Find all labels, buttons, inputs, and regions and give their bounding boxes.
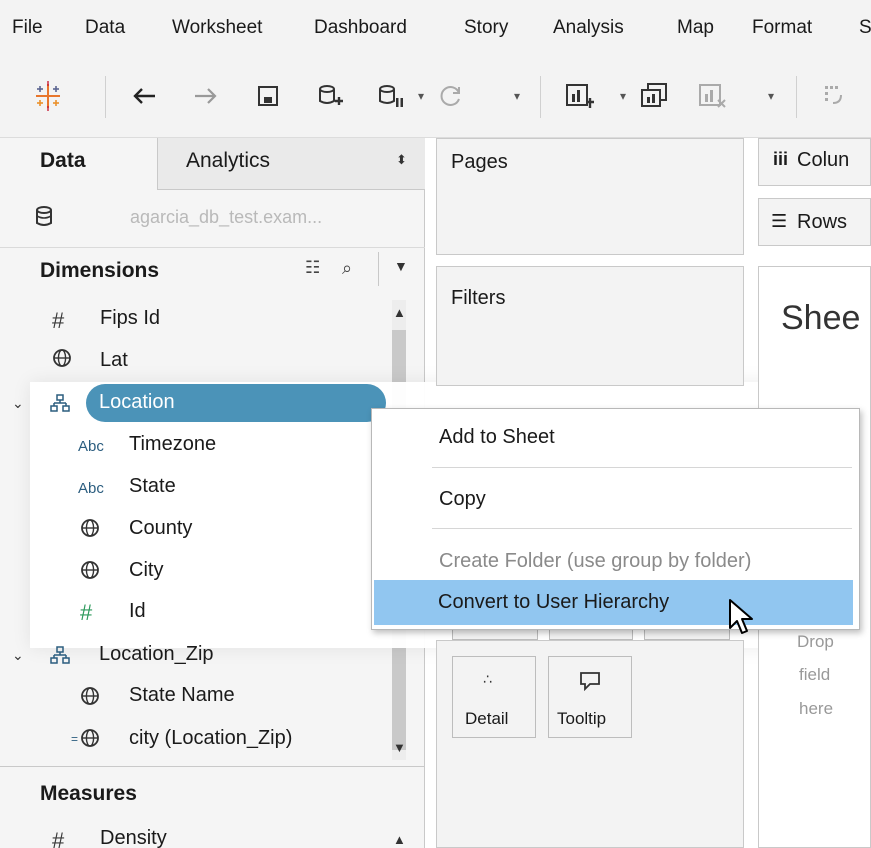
pause-updates-icon[interactable] (372, 76, 408, 116)
collapse-chevron-icon[interactable]: ⌄ (12, 395, 24, 412)
menu-copy[interactable]: Copy (439, 488, 486, 511)
measures-title: Measures (40, 782, 137, 805)
number-icon: # (52, 308, 65, 333)
globe-icon (80, 728, 100, 754)
hierarchy-icon (50, 393, 70, 419)
globe-icon (80, 686, 100, 712)
rows-icon: ☰ (771, 211, 788, 231)
collapse-chevron-icon[interactable]: ⌄ (12, 647, 24, 664)
filters-shelf[interactable]: Filters (436, 266, 744, 386)
columns-icon: iii (773, 149, 789, 169)
datasource-name: agarcia_db_test.exam... (130, 207, 323, 227)
field-location[interactable]: Location (99, 391, 175, 414)
duplicate-sheet-icon[interactable] (636, 76, 672, 116)
detail-icon: ∴ (483, 671, 492, 687)
globe-icon (52, 348, 72, 374)
calculated-prefix-icon: = (71, 732, 79, 746)
dropdown-caret-icon[interactable]: ▾ (764, 76, 778, 116)
tooltip-label: Tooltip (557, 709, 607, 728)
sheet-title: Shee (781, 299, 861, 337)
menu-add-to-sheet[interactable]: Add to Sheet (439, 426, 555, 449)
field-density[interactable]: Density (100, 827, 167, 848)
menu-server[interactable]: S (859, 17, 871, 39)
scroll-down-icon[interactable]: ▼ (393, 740, 406, 755)
dimensions-title: Dimensions (40, 259, 160, 282)
scroll-up-icon[interactable]: ▲ (393, 832, 406, 847)
menu-story[interactable]: Story (464, 17, 508, 39)
abc-icon: Abc (78, 438, 104, 455)
rows-label: Rows (797, 211, 848, 233)
scroll-up-icon[interactable]: ▲ (393, 305, 406, 320)
field-state-name[interactable]: State Name (129, 684, 235, 707)
columns-label: Colun (797, 149, 850, 171)
menubar: File Data Worksheet Dashboard Story Anal… (0, 0, 871, 58)
updown-icon[interactable]: ⬍ (396, 152, 407, 168)
view-list-icon[interactable]: ☷ (305, 258, 320, 278)
field-timezone[interactable]: Timezone (129, 433, 216, 456)
field-location-zip[interactable]: Location_Zip (99, 643, 214, 666)
new-worksheet-icon[interactable] (560, 76, 600, 116)
refresh-icon[interactable] (432, 76, 468, 116)
toolbar: ▾ ▾ ▾ ▾ (0, 58, 871, 138)
drop-hint-line1: Drop (797, 632, 834, 651)
menu-convert-to-user-hierarchy[interactable]: Convert to User Hierarchy (438, 591, 669, 614)
menu-create-folder: Create Folder (use group by folder) (439, 550, 752, 572)
menu-file[interactable]: File (12, 17, 43, 39)
forward-arrow-icon[interactable] (188, 76, 224, 116)
number-icon: # (80, 600, 93, 625)
tableau-logo-icon[interactable] (30, 76, 66, 116)
field-city[interactable]: City (129, 559, 163, 582)
field-state[interactable]: State (129, 475, 176, 498)
field-lat[interactable]: Lat (100, 349, 128, 372)
hierarchy-icon (50, 645, 70, 671)
clear-sheet-icon[interactable] (694, 76, 730, 116)
globe-icon (80, 518, 100, 544)
pages-shelf[interactable]: Pages (436, 138, 744, 255)
field-fips-id[interactable]: Fips Id (100, 307, 160, 330)
filters-label: Filters (451, 287, 506, 309)
detail-label: Detail (465, 709, 509, 728)
tab-data-label: Data (40, 149, 86, 172)
drop-hint-line2: field (799, 665, 831, 684)
abc-icon: Abc (78, 480, 104, 497)
dropdown-caret-icon[interactable]: ▾ (510, 76, 524, 116)
tooltip-icon (579, 671, 601, 696)
dropdown-caret-icon[interactable]: ▾ (616, 76, 630, 116)
menu-worksheet[interactable]: Worksheet (172, 17, 262, 39)
menu-data[interactable]: Data (85, 17, 125, 39)
rows-shelf[interactable]: ☰ Rows (758, 198, 871, 246)
detail-button[interactable]: ∴ Detail (452, 656, 536, 738)
tab-analytics[interactable]: Analytics ⬍ (158, 138, 425, 190)
globe-icon (80, 560, 100, 586)
dropdown-caret-icon[interactable]: ▾ (414, 76, 428, 116)
database-icon (34, 204, 54, 235)
tab-data[interactable]: Data (0, 138, 158, 190)
search-icon[interactable]: ⌕ (342, 258, 352, 279)
save-icon[interactable] (250, 76, 286, 116)
new-datasource-icon[interactable] (312, 76, 348, 116)
field-id[interactable]: Id (129, 600, 146, 623)
number-icon: # (52, 828, 65, 848)
drop-hint-line3: here (799, 699, 834, 718)
tab-analytics-label: Analytics (186, 149, 271, 172)
field-county[interactable]: County (129, 517, 192, 540)
back-arrow-icon[interactable] (126, 76, 162, 116)
pages-label: Pages (451, 151, 508, 173)
columns-shelf[interactable]: iii Colun (758, 138, 871, 186)
dimensions-menu-caret-icon[interactable]: ▼ (394, 258, 408, 274)
mouse-cursor-icon (727, 598, 757, 643)
menu-analysis[interactable]: Analysis (553, 17, 624, 39)
tooltip-button[interactable]: Tooltip (548, 656, 632, 738)
datasource-row[interactable]: agarcia_db_test.exam... (0, 190, 425, 248)
menu-map[interactable]: Map (677, 17, 714, 39)
menu-format[interactable]: Format (752, 17, 812, 39)
swap-icon[interactable] (816, 76, 852, 116)
field-city-location-zip[interactable]: city (Location_Zip) (129, 727, 292, 750)
menu-dashboard[interactable]: Dashboard (314, 17, 407, 39)
